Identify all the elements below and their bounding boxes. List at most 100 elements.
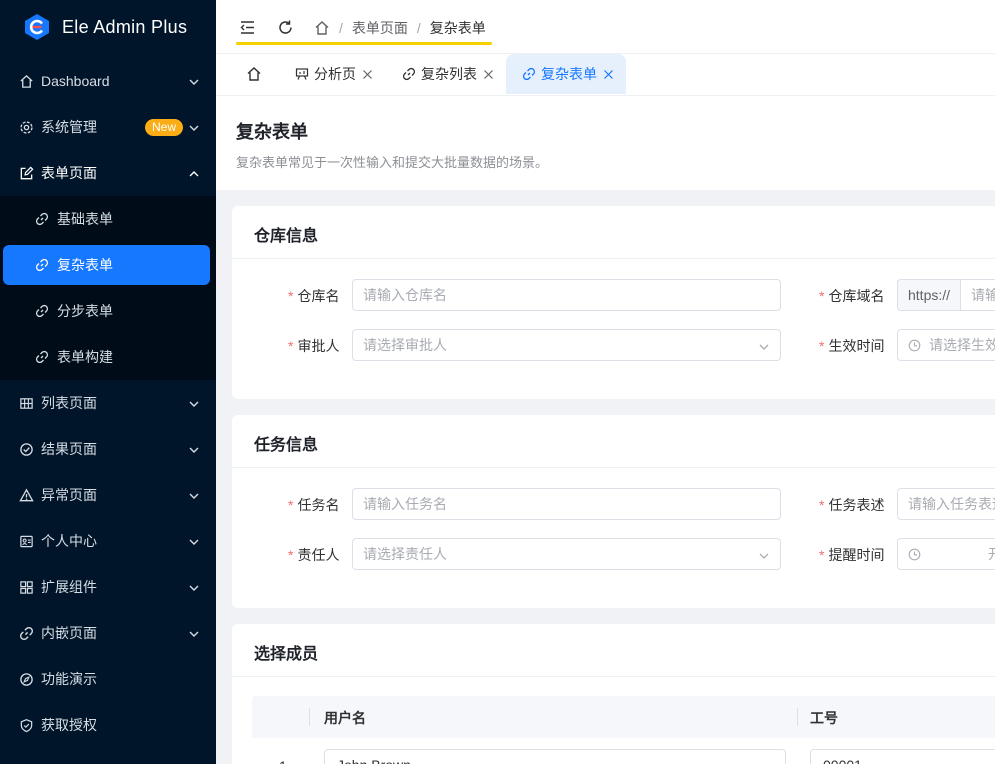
required-mark: * bbox=[819, 547, 825, 563]
warehouse-domain-input[interactable]: 请输 bbox=[960, 279, 995, 311]
breadcrumb-separator: / bbox=[416, 20, 421, 36]
table-icon bbox=[18, 395, 34, 411]
task-name-input[interactable]: 请输入任务名 bbox=[352, 488, 781, 520]
chevron-down-icon bbox=[188, 535, 200, 547]
username-cell-input[interactable]: John Brown bbox=[324, 749, 786, 764]
sidebar-item-lists[interactable]: 列表页面 bbox=[0, 380, 216, 426]
chevron-down-icon bbox=[188, 627, 200, 639]
sidebar-item-label: 内嵌页面 bbox=[41, 625, 97, 641]
sidebar-item-license[interactable]: 获取授权 bbox=[0, 702, 216, 748]
tab-analysis[interactable]: 分析页 bbox=[295, 54, 373, 94]
chevron-down-icon bbox=[758, 340, 770, 352]
logo-icon bbox=[25, 14, 49, 40]
task-desc-input[interactable]: 请输入任务表述 bbox=[897, 488, 995, 520]
members-card: 选择成员 用户名 工号 1 John Brown 00001 bbox=[232, 624, 995, 764]
sidebar-subitem-form-builder[interactable]: 表单构建 bbox=[0, 334, 216, 380]
picker-placeholder: 请选择生效 bbox=[929, 337, 995, 353]
sidebar-item-profile[interactable]: 个人中心 bbox=[0, 518, 216, 564]
effective-time-picker[interactable]: 请选择生效 bbox=[897, 329, 995, 361]
chevron-down-icon bbox=[188, 75, 200, 87]
breadcrumb-item-current: 复杂表单 bbox=[429, 20, 486, 36]
number-cell-input[interactable]: 00001 bbox=[810, 749, 995, 764]
sidebar-item-label: 结果页面 bbox=[41, 441, 97, 457]
sidebar-item-forms[interactable]: 表单页面 bbox=[0, 150, 216, 196]
sidebar-item-embedded[interactable]: 内嵌页面 bbox=[0, 610, 216, 656]
card-divider bbox=[232, 258, 995, 259]
sidebar-subitem-label: 基础表单 bbox=[57, 211, 113, 227]
column-separator bbox=[309, 708, 310, 726]
tab-label: 分析页 bbox=[314, 66, 356, 82]
sidebar-item-label: Dashboard bbox=[41, 73, 110, 89]
warehouse-domain-label: * 仓库域名 bbox=[819, 288, 885, 304]
warehouse-name-label: * 仓库名 bbox=[288, 288, 340, 304]
owner-label: * 责任人 bbox=[288, 547, 340, 563]
user-card-icon bbox=[18, 533, 34, 549]
tab-complex-list[interactable]: 复杂列表 bbox=[402, 54, 494, 94]
chevron-up-icon bbox=[188, 167, 200, 179]
page-title: 复杂表单 bbox=[236, 122, 308, 142]
warehouse-card: 仓库信息 *仓库名 请输入仓库名 *仓库域名 https:// 请输 *审批人 … bbox=[232, 206, 995, 399]
link-icon bbox=[402, 67, 416, 81]
chevron-down-icon bbox=[188, 121, 200, 133]
warehouse-name-input[interactable]: 请输入仓库名 bbox=[352, 279, 781, 311]
sidebar-item-demo[interactable]: 功能演示 bbox=[0, 656, 216, 702]
sidebar-item-label: 功能演示 bbox=[41, 671, 97, 687]
remind-time-label: * 提醒时间 bbox=[819, 547, 885, 563]
breadcrumb-item-forms[interactable]: 表单页面 bbox=[352, 18, 408, 38]
sidebar-subitem-step-form[interactable]: 分步表单 bbox=[0, 288, 216, 334]
close-icon[interactable] bbox=[483, 69, 494, 80]
tab-complex-form[interactable]: 复杂表单 bbox=[506, 54, 626, 94]
clock-icon bbox=[908, 548, 921, 561]
gear-icon bbox=[18, 119, 34, 135]
sidebar-subitem-label: 表单构建 bbox=[57, 349, 113, 365]
card-title: 选择成员 bbox=[254, 646, 319, 663]
card-divider bbox=[232, 467, 995, 468]
picker-placeholder: 开 bbox=[988, 544, 995, 564]
tab-label: 复杂列表 bbox=[421, 66, 477, 82]
sidebar-subitem-basic-form[interactable]: 基础表单 bbox=[0, 196, 216, 242]
link-icon bbox=[35, 212, 49, 226]
refresh-button[interactable] bbox=[275, 17, 295, 37]
link-icon bbox=[35, 350, 49, 364]
home-icon[interactable] bbox=[314, 20, 330, 36]
chart-icon bbox=[295, 67, 309, 81]
top-header: / 表单页面 / 复杂表单 bbox=[216, 0, 995, 54]
page-tabs: 分析页 复杂列表 复杂表单 bbox=[216, 54, 995, 96]
close-icon[interactable] bbox=[362, 69, 373, 80]
close-icon[interactable] bbox=[603, 69, 614, 80]
sidebar-item-label: 个人中心 bbox=[41, 533, 97, 549]
sidebar-subitem-complex-form[interactable]: 复杂表单 bbox=[3, 245, 210, 285]
new-badge: New bbox=[144, 119, 183, 136]
app-logo[interactable]: Ele Admin Plus bbox=[0, 0, 216, 54]
shield-icon bbox=[18, 717, 34, 733]
remind-time-picker[interactable]: 开 bbox=[897, 538, 995, 570]
refresh-icon bbox=[278, 20, 292, 34]
required-mark: * bbox=[288, 497, 294, 513]
tab-home[interactable] bbox=[246, 54, 267, 94]
page-description: 复杂表单常见于一次性输入和提交大批量数据的场景。 bbox=[236, 155, 549, 170]
required-mark: * bbox=[288, 338, 294, 354]
edit-icon bbox=[18, 165, 34, 181]
sidebar-item-exceptions[interactable]: 异常页面 bbox=[0, 472, 216, 518]
approver-select[interactable]: 请选择审批人 bbox=[352, 329, 781, 361]
chevron-down-icon bbox=[188, 489, 200, 501]
link-icon bbox=[522, 67, 536, 81]
effective-time-label: * 生效时间 bbox=[819, 338, 885, 354]
collapse-sidebar-button[interactable] bbox=[237, 17, 257, 37]
task-desc-label: * 任务表述 bbox=[819, 497, 885, 513]
sidebar-subitem-label: 复杂表单 bbox=[57, 257, 113, 273]
header-highlight-bar bbox=[236, 42, 492, 45]
card-title: 任务信息 bbox=[254, 437, 319, 454]
sidebar-item-system[interactable]: 系统管理 New bbox=[0, 104, 216, 150]
domain-prefix: https:// bbox=[897, 279, 961, 311]
owner-select[interactable]: 请选择责任人 bbox=[352, 538, 781, 570]
required-mark: * bbox=[819, 497, 825, 513]
sidebar-item-dashboard[interactable]: Dashboard bbox=[0, 58, 216, 104]
approver-label: * 审批人 bbox=[288, 338, 340, 354]
required-mark: * bbox=[819, 288, 825, 304]
sidebar-item-extensions[interactable]: 扩展组件 bbox=[0, 564, 216, 610]
sidebar-item-label: 扩展组件 bbox=[41, 579, 97, 595]
sidebar-item-results[interactable]: 结果页面 bbox=[0, 426, 216, 472]
chevron-down-icon bbox=[188, 581, 200, 593]
column-separator bbox=[797, 708, 798, 726]
